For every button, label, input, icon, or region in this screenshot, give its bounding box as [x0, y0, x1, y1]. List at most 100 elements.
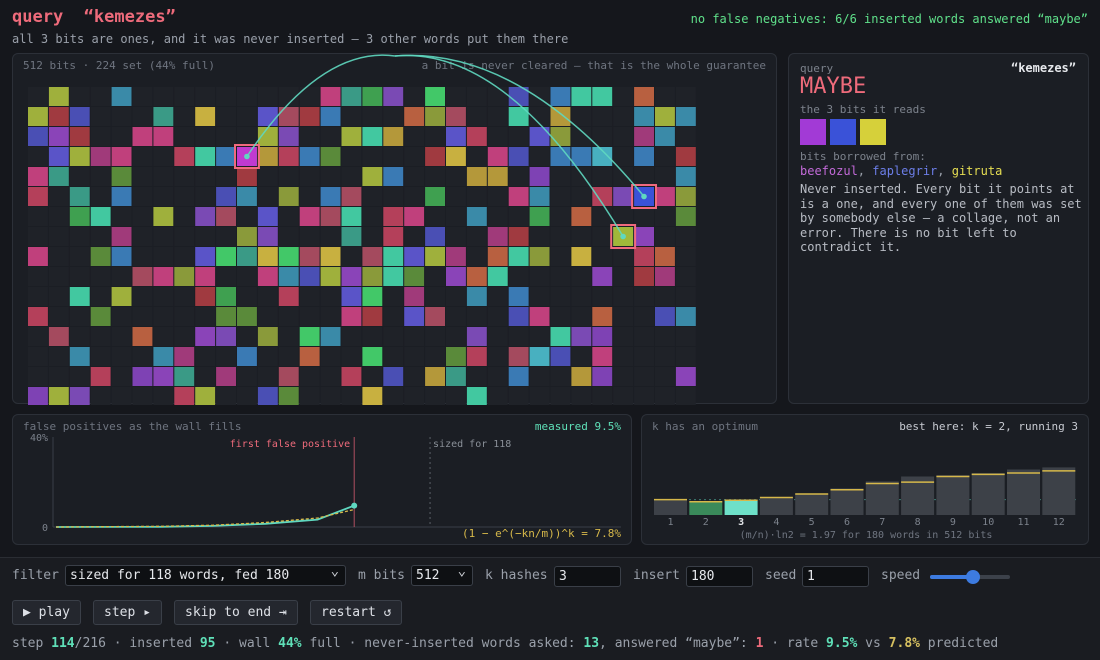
bit-cell-empty: [216, 347, 236, 366]
bit-cell-empty: [320, 307, 341, 326]
bit-cell-set: [341, 287, 362, 306]
bit-cell-empty: [529, 287, 550, 306]
bit-cell-set: [592, 267, 613, 286]
bit-cell-empty: [237, 107, 257, 126]
k-label-3: 3: [738, 517, 744, 528]
bit-cell-set: [111, 167, 132, 186]
bit-cell-set: [28, 167, 48, 186]
bit-cell-empty: [28, 147, 48, 166]
bit-cell-empty: [174, 107, 195, 126]
bit-cell-set: [425, 147, 445, 166]
play-button[interactable]: ▶ play: [12, 600, 81, 625]
bit-cell-empty: [529, 327, 550, 346]
bit-cell-empty: [174, 327, 195, 346]
bit-cell-set: [69, 387, 90, 405]
bit-cell-empty: [132, 247, 153, 266]
bit-cell-empty: [174, 307, 195, 326]
bit-cell-empty: [90, 167, 111, 186]
bit-cell-empty: [28, 267, 48, 286]
seed-input[interactable]: 1: [802, 566, 869, 587]
m-bits-select[interactable]: 512: [411, 563, 473, 586]
bit-cell-set: [362, 167, 383, 186]
bit-cell-empty: [529, 387, 550, 405]
k-bar-6: [830, 488, 864, 515]
m-bits-label: m bits: [358, 568, 405, 583]
bit-cell-set: [28, 247, 48, 266]
bit-cell-empty: [216, 227, 236, 246]
fp-chart: 40% 0 first false positive sized for 118 (1 …: [30, 433, 621, 540]
bit-cell-empty: [132, 187, 153, 206]
speed-slider-thumb[interactable]: [966, 570, 981, 584]
bit-cell-set: [278, 287, 299, 306]
bit-cell-set: [508, 287, 529, 306]
bit-cell-set: [362, 347, 383, 366]
bit-cell-set: [466, 167, 487, 186]
bit-cell-set: [299, 347, 320, 366]
bit-cell-empty: [69, 367, 90, 386]
k-chart-footer: (m/n)·ln2 = 1.97 for 180 words in 512 bi…: [739, 530, 993, 541]
insert-input[interactable]: 180: [686, 566, 753, 587]
bit-cell-set: [341, 367, 362, 386]
bit-cell-empty: [571, 287, 592, 306]
bit-cell-empty: [132, 287, 153, 306]
bit-cell-set: [69, 287, 90, 306]
bit-cell-set: [508, 187, 529, 206]
bit-cell-set: [69, 127, 90, 146]
bit-cell-set: [446, 347, 466, 366]
bit-cell-set: [174, 267, 195, 286]
filter-select[interactable]: sized for 118 words, fed 180: [65, 563, 346, 586]
status-inserted: 95: [199, 636, 216, 651]
bit-cell-set: [28, 127, 48, 146]
bit-cell-empty: [446, 387, 466, 405]
bit-cell-set: [634, 227, 654, 246]
skip-to-end-button[interactable]: skip to end ⇥: [174, 600, 298, 625]
bit-cell-empty: [404, 227, 425, 246]
bit-cell-empty: [195, 127, 216, 146]
bit-cell-empty: [508, 167, 529, 186]
bit-cell-set: [508, 367, 529, 386]
step-button[interactable]: step ▸: [93, 600, 162, 625]
bit-cell-set: [613, 187, 634, 206]
bit-cell-set: [675, 367, 696, 386]
insert-value: 180: [691, 569, 715, 584]
bit-cell-set: [132, 327, 153, 346]
bit-cell-set: [425, 247, 445, 266]
read-bit-swatch-3: [860, 119, 886, 145]
k-hashes-input[interactable]: 3: [554, 566, 621, 587]
status-rate: 9.5%: [826, 636, 858, 651]
bit-cell-set: [28, 307, 48, 326]
bit-cell-empty: [48, 287, 69, 306]
bit-cell-set: [550, 127, 571, 146]
bit-cell-empty: [508, 327, 529, 346]
bit-cell-empty: [655, 227, 675, 246]
bit-cell-set: [592, 307, 613, 326]
bit-cell-set: [257, 267, 278, 286]
bit-cell-set: [362, 287, 383, 306]
false-positive-chart-panel: false positives as the wall fills measur…: [12, 414, 632, 545]
bit-cell-set: [278, 387, 299, 405]
bit-cell-empty: [216, 167, 236, 186]
bit-cell-empty: [550, 287, 571, 306]
k-bar-3: [724, 500, 758, 515]
bit-cell-empty: [425, 127, 445, 146]
bit-cell-empty: [655, 387, 675, 405]
bit-cell-empty: [299, 187, 320, 206]
bit-cell-empty: [174, 167, 195, 186]
bit-cell-empty: [404, 327, 425, 346]
bit-cell-empty: [655, 147, 675, 166]
bit-cell-empty: [675, 387, 696, 405]
bit-cell-set: [487, 247, 508, 266]
bit-cell-empty: [90, 107, 111, 126]
bit-cell-set: [675, 107, 696, 126]
bit-cell-set: [655, 307, 675, 326]
bit-cell-empty: [529, 367, 550, 386]
bit-cell-empty: [132, 307, 153, 326]
bit-cell-set: [90, 207, 111, 226]
bit-cell-set: [466, 287, 487, 306]
bit-cell-empty: [341, 327, 362, 346]
status-line: step 114/216 · inserted 95 · wall 44% fu…: [12, 636, 998, 651]
speed-slider[interactable]: [930, 570, 1010, 584]
bit-cell-empty: [655, 167, 675, 186]
bit-cell-empty: [132, 107, 153, 126]
restart-button[interactable]: restart ↺: [310, 600, 403, 625]
